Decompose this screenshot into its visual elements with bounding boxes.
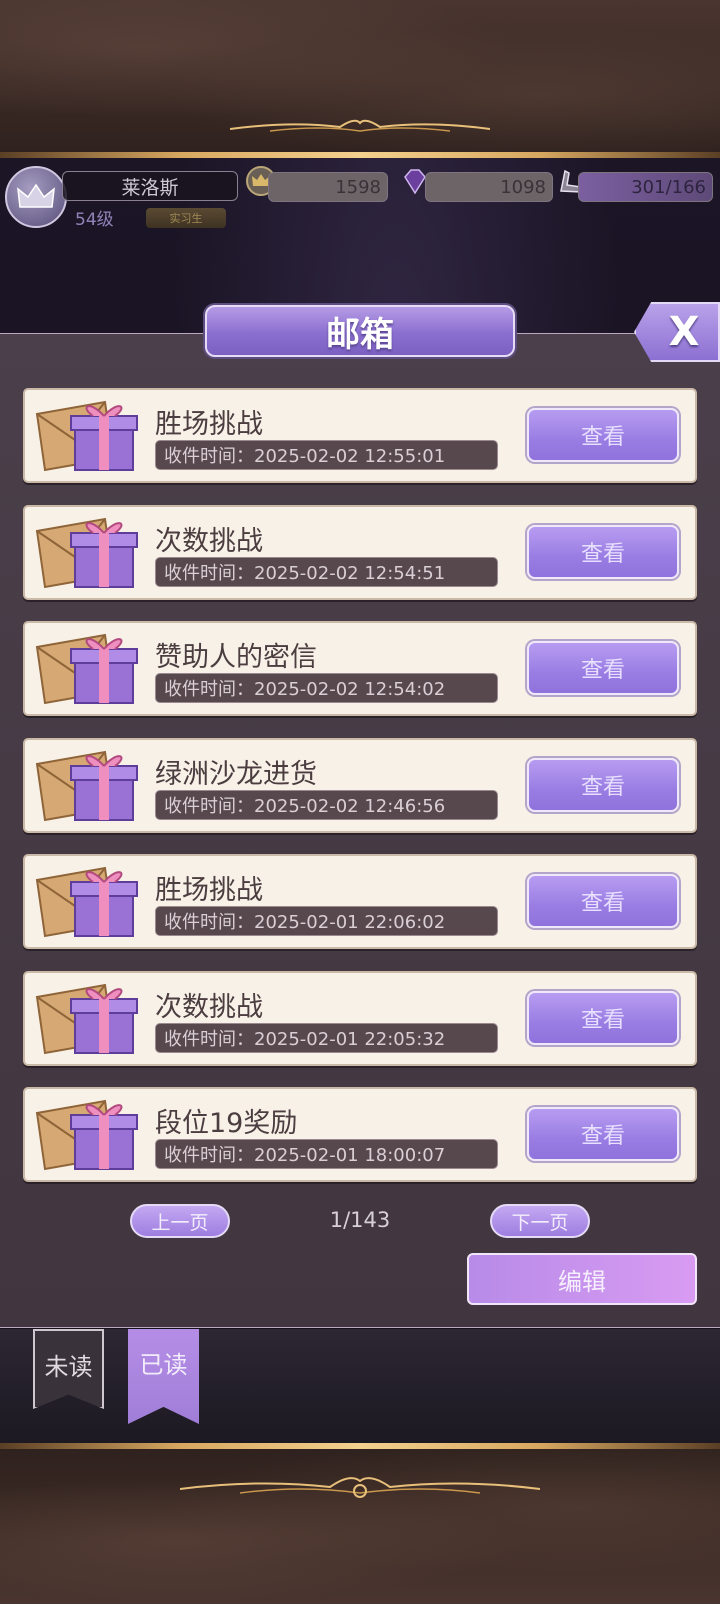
close-icon: X [668, 309, 700, 355]
player-level: 54级 [75, 210, 114, 230]
list-item[interactable]: 胜场挑战 收件时间：2025-02-02 12:55:01 查看 [23, 388, 697, 483]
gift-mail-icon [35, 983, 138, 1055]
gift-mail-icon [35, 750, 138, 822]
avatar[interactable] [5, 166, 67, 228]
tab-strip [0, 1329, 720, 1443]
list-item[interactable]: 次数挑战 收件时间：2025-02-01 22:05:32 查看 [23, 971, 697, 1066]
mail-title: 绿洲沙龙进货 [155, 759, 317, 790]
gift-mail-icon [35, 400, 138, 472]
gold-flourish-icon [230, 119, 490, 132]
bottom-decor-band [0, 1443, 720, 1604]
mail-received-time: 收件时间：2025-02-02 12:54:02 [155, 673, 498, 703]
mail-title: 次数挑战 [155, 992, 263, 1023]
list-item[interactable]: 次数挑战 收件时间：2025-02-02 12:54:51 查看 [23, 505, 697, 600]
mail-received-time: 收件时间：2025-02-02 12:55:01 [155, 440, 498, 470]
list-item[interactable]: 胜场挑战 收件时间：2025-02-01 22:06:02 查看 [23, 854, 697, 949]
player-title-badge: 实习生 [146, 208, 226, 228]
view-button[interactable]: 查看 [527, 525, 679, 579]
crown-currency[interactable]: 1598 [268, 172, 388, 202]
stamina-meter[interactable]: 301/166 [578, 172, 713, 202]
gem-currency[interactable]: 1098 [425, 172, 553, 202]
list-item[interactable]: 绿洲沙龙进货 收件时间：2025-02-02 12:46:56 查看 [23, 738, 697, 833]
gift-mail-icon [35, 517, 138, 589]
mail-received-time: 收件时间：2025-02-01 22:05:32 [155, 1023, 498, 1053]
prev-page-button[interactable]: 上一页 [130, 1204, 230, 1238]
page-title: 邮箱 [326, 314, 394, 355]
list-item[interactable]: 赞助人的密信 收件时间：2025-02-02 12:54:02 查看 [23, 621, 697, 716]
mail-received-time: 收件时间：2025-02-01 18:00:07 [155, 1139, 498, 1169]
gift-mail-icon [35, 633, 138, 705]
view-button[interactable]: 查看 [527, 758, 679, 812]
page-indicator: 1/143 [329, 1208, 391, 1232]
mail-title: 胜场挑战 [155, 875, 263, 906]
view-button[interactable]: 查看 [527, 1107, 679, 1161]
crown-icon [17, 183, 55, 208]
mail-title: 段位19奖励 [155, 1108, 298, 1139]
top-decor-band [0, 0, 720, 158]
mail-received-time: 收件时间：2025-02-02 12:46:56 [155, 790, 498, 820]
mail-title: 赞助人的密信 [155, 642, 317, 673]
next-page-button[interactable]: 下一页 [490, 1204, 590, 1238]
mail-title: 胜场挑战 [155, 409, 263, 440]
close-button[interactable]: X [634, 302, 720, 362]
mail-received-time: 收件时间：2025-02-01 22:06:02 [155, 906, 498, 936]
mail-title: 次数挑战 [155, 526, 263, 557]
edit-button[interactable]: 编辑 [467, 1253, 697, 1305]
mailbox-title-banner: 邮箱 [205, 305, 515, 357]
player-header: 莱洛斯 54级 实习生 1598 1098 301/166 [0, 158, 720, 268]
view-button[interactable]: 查看 [527, 408, 679, 462]
gift-mail-icon [35, 866, 138, 938]
mail-received-time: 收件时间：2025-02-02 12:54:51 [155, 557, 498, 587]
view-button[interactable]: 查看 [527, 874, 679, 928]
view-button[interactable]: 查看 [527, 991, 679, 1045]
gift-mail-icon [35, 1099, 138, 1171]
player-name: 莱洛斯 [62, 171, 238, 201]
list-item[interactable]: 段位19奖励 收件时间：2025-02-01 18:00:07 查看 [23, 1087, 697, 1182]
view-button[interactable]: 查看 [527, 641, 679, 695]
gold-flourish-icon [180, 1477, 540, 1498]
